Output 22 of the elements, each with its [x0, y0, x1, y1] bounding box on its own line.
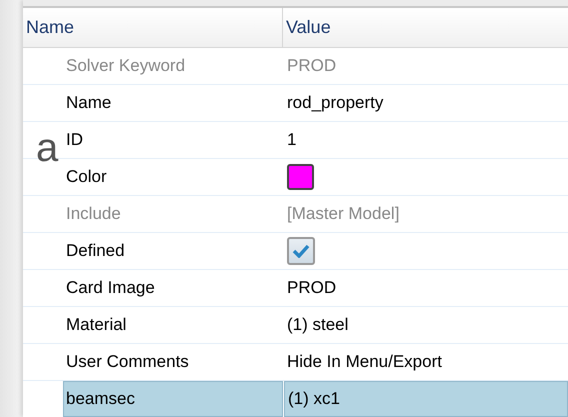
- property-name-cell-text: Include: [65, 203, 122, 226]
- checkmark-icon: [292, 244, 310, 258]
- property-value-cell[interactable]: (1) steel: [284, 307, 568, 343]
- column-header[interactable]: Name: [23, 8, 283, 47]
- property-name-cell-text: Color: [65, 166, 108, 188]
- property-name-cell-text: Defined: [65, 240, 126, 262]
- property-name-cell-text: Material: [65, 314, 128, 336]
- property-value-cell[interactable]: Hide In Menu/Export: [284, 344, 568, 380]
- property-value-cell[interactable]: 1: [284, 122, 568, 158]
- column-header[interactable]: Value: [283, 8, 568, 47]
- color-swatch[interactable]: [287, 164, 314, 190]
- property-value-cell[interactable]: rod_property: [284, 85, 568, 121]
- background-text: a: [36, 128, 58, 168]
- checkbox[interactable]: [287, 237, 315, 265]
- property-name-cell-text: Card Image: [65, 277, 156, 300]
- property-name-cell-text: Solver Keyword: [65, 55, 186, 78]
- property-value-cell[interactable]: (1) xc1: [284, 381, 568, 417]
- property-name-cell-text: User Comments: [65, 351, 190, 374]
- property-name-cell-text: ID: [65, 129, 84, 152]
- property-name-cell: beamsec: [63, 381, 283, 417]
- property-value-cell[interactable]: PROD: [284, 270, 568, 306]
- property-name-cell-text: Name: [65, 92, 112, 114]
